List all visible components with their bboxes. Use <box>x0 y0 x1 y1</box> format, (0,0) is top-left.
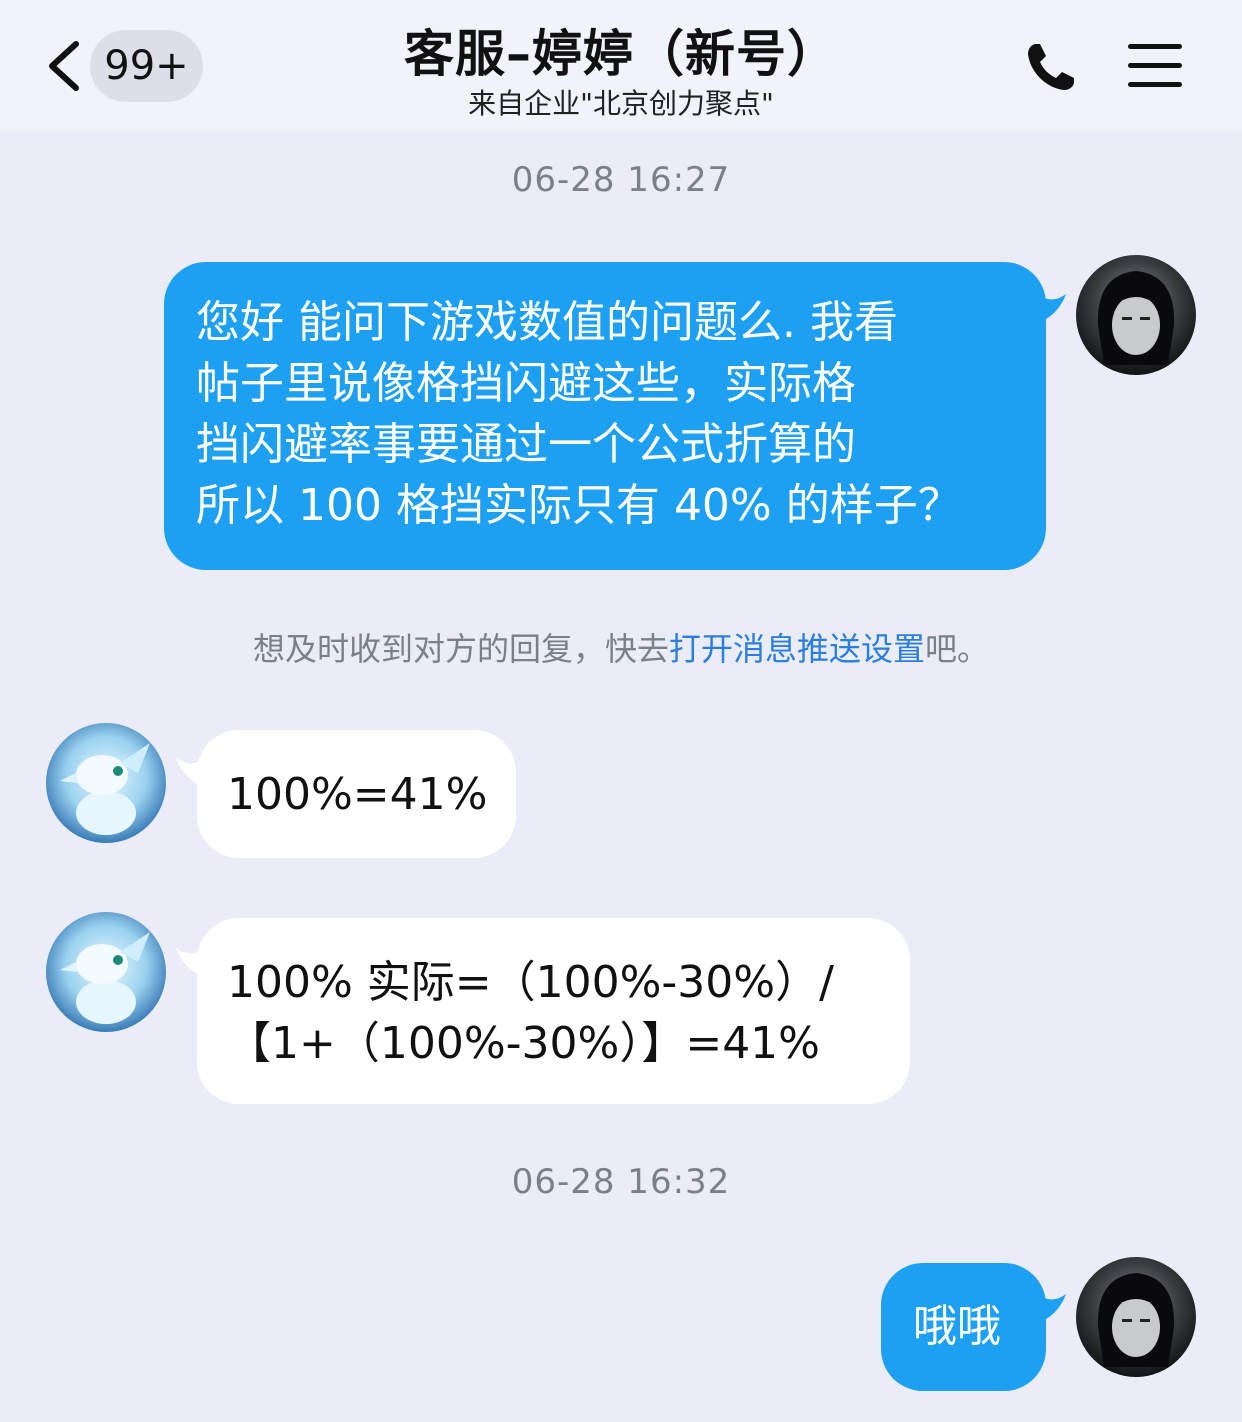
notice-suffix: 吧。 <box>925 630 990 668</box>
message-line: 挡闪避率事要通过一个公式折算的 <box>196 419 856 470</box>
message-line: 帖子里说像格挡闪避这些，实际格 <box>196 358 856 409</box>
outgoing-message-bubble[interactable]: 哦哦 <box>881 1263 1046 1391</box>
bubble-tail <box>1036 1292 1066 1324</box>
message-line: 您好 能问下游戏数值的问题么. 我看 <box>196 297 898 348</box>
incoming-message-bubble[interactable]: 100% 实际=（100%-30%）/ 【1+（100%-30%）】=41% <box>197 918 910 1104</box>
incoming-message-bubble[interactable]: 100%=41% <box>197 730 516 858</box>
contact-avatar[interactable] <box>46 723 166 843</box>
push-notification-notice: 想及时收到对方的回复，快去打开消息推送设置吧。 <box>0 624 1242 670</box>
bubble-tail <box>1036 292 1066 324</box>
message-line: 100%=41% <box>227 769 488 820</box>
self-avatar[interactable] <box>1076 1257 1196 1377</box>
chat-header: 99+ 客服–婷婷（新号） 来自企业"北京创力聚点" <box>0 0 1242 132</box>
message-line: 100% 实际=（100%-30%）/ <box>227 957 834 1008</box>
message-timestamp: 06-28 16:32 <box>511 1162 731 1202</box>
phone-icon[interactable] <box>1022 38 1080 96</box>
self-avatar[interactable] <box>1076 255 1196 375</box>
hamburger-menu-icon[interactable] <box>1128 42 1184 90</box>
message-timestamp: 06-28 16:27 <box>511 160 731 200</box>
message-line: 【1+（100%-30%）】=41% <box>227 1018 820 1069</box>
notice-text: 想及时收到对方的回复，快去 <box>252 630 669 668</box>
push-settings-link[interactable]: 打开消息推送设置 <box>669 630 925 668</box>
outgoing-message-bubble[interactable]: 您好 能问下游戏数值的问题么. 我看 帖子里说像格挡闪避这些，实际格 挡闪避率事… <box>164 262 1046 570</box>
contact-avatar[interactable] <box>46 912 166 1032</box>
message-line: 哦哦 <box>913 1301 1001 1352</box>
message-line: 所以 100 格挡实际只有 40% 的样子？ <box>196 480 962 531</box>
